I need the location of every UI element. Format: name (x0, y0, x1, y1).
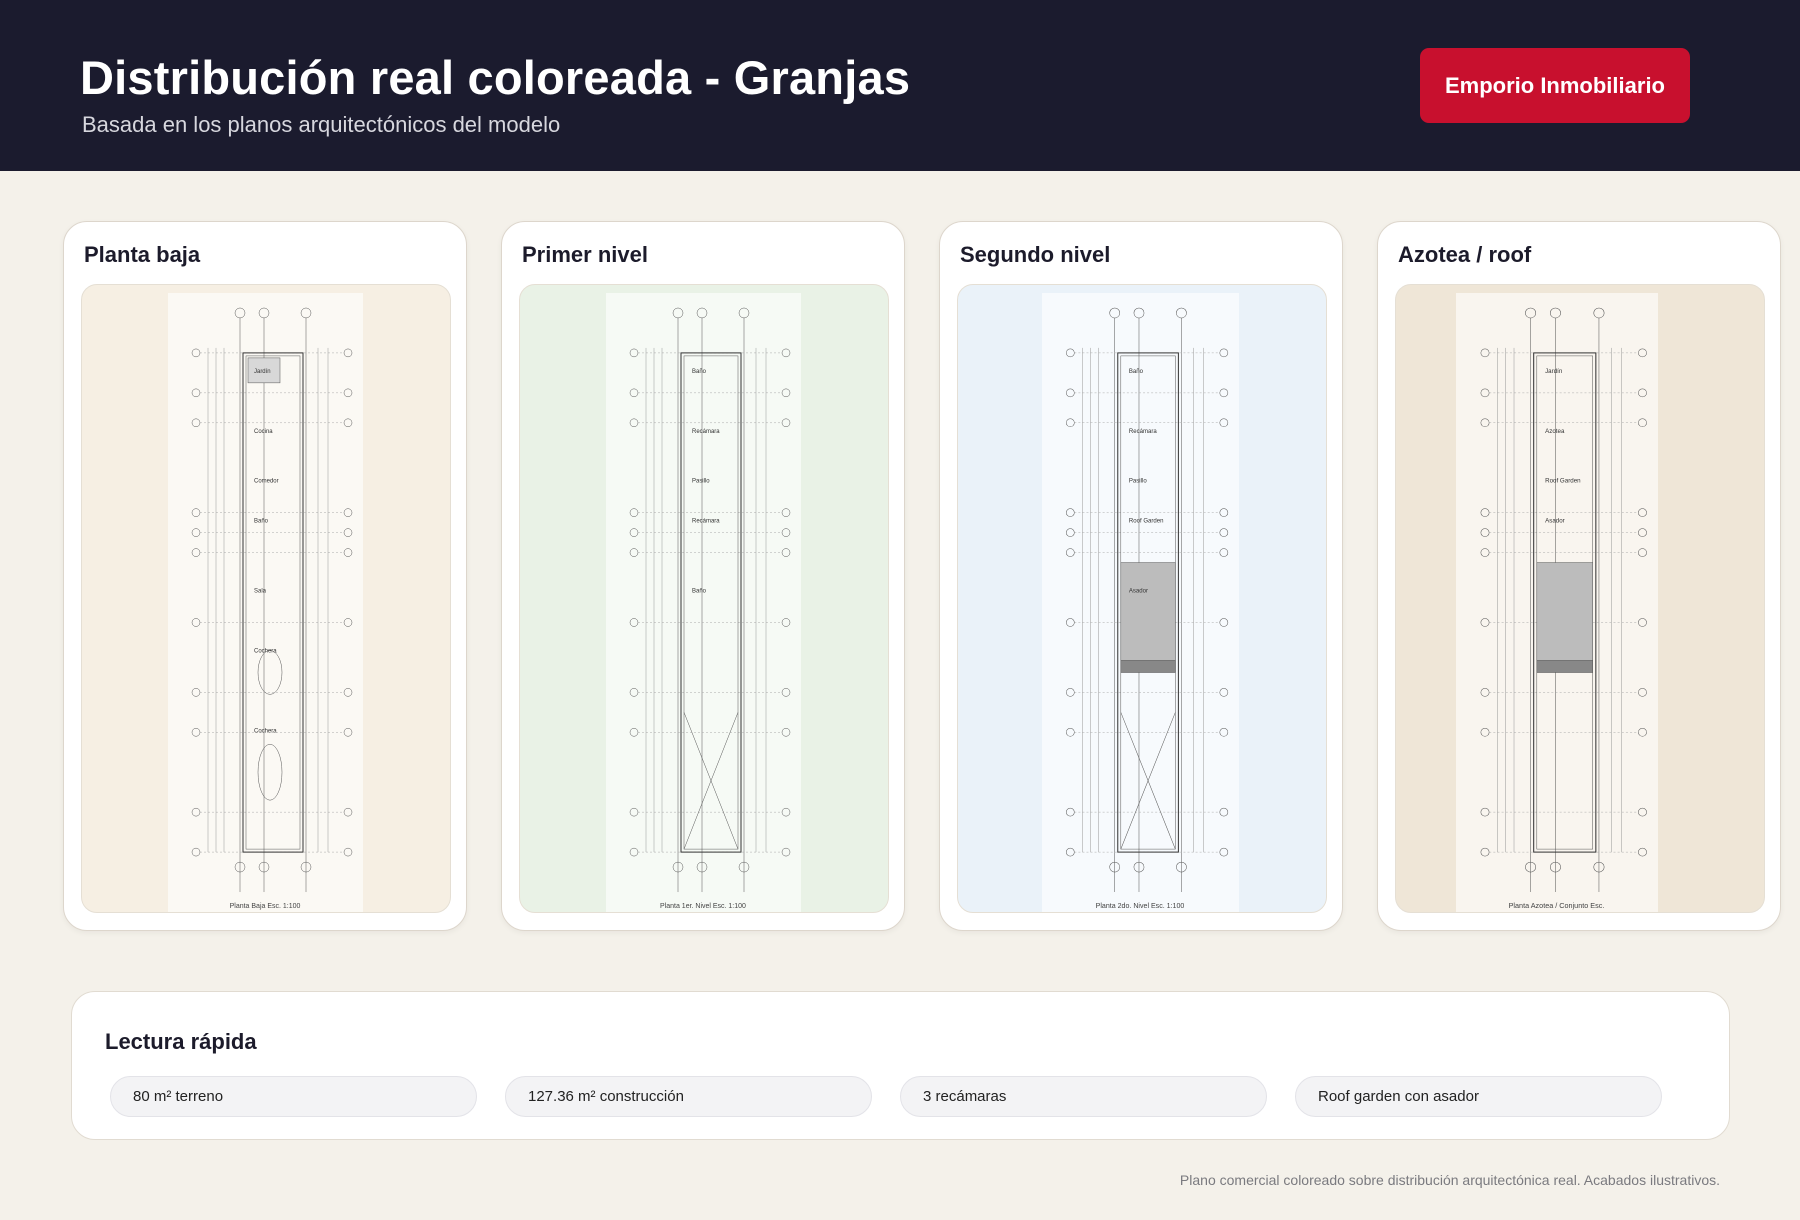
summary-chip-terreno: 80 m² terreno (110, 1076, 477, 1117)
floor-plan-image: Jardín Cocina Comedor Baño Sala Cochera Cocher… (81, 284, 451, 913)
room-label: Asador (1129, 589, 1148, 595)
room-label: Asador (1545, 518, 1565, 525)
room-label: Baño (692, 589, 707, 595)
room-label: Baño (254, 519, 269, 525)
room-label: Pasillo (692, 479, 710, 485)
floor-plan-drawing: Baño Recámara Pasillo Recámara Baño Planta 1e… (629, 307, 791, 910)
plan-caption: Planta Azotea / Conjunto Esc. (1509, 902, 1605, 910)
floor-card-azotea: Azotea / roof Jardín Azotea Roof Garden Asa… (1377, 221, 1781, 931)
room-label: Recámara (692, 519, 720, 525)
floor-card-primer-nivel: Primer nivel Baño Recámara Pasillo Recámara… (501, 221, 905, 931)
plan-caption: Planta 1er. Nivel Esc. 1:100 (660, 903, 746, 910)
plan-sheet: Baño Recámara Pasillo Roof Garden Asador Plan… (1042, 293, 1239, 912)
floor-title: Segundo nivel (960, 242, 1111, 267)
floor-plan-drawing: Jardín Cocina Comedor Baño Sala Cochera Cocher… (191, 307, 353, 910)
room-label: Cochera (254, 728, 277, 734)
page-title: Distribución real coloreada - Granjas (80, 51, 911, 104)
header-bar: Distribución real coloreada - Granjas Ba… (0, 0, 1800, 171)
plan-sheet: Baño Recámara Pasillo Recámara Baño Planta 1e… (606, 293, 801, 912)
floor-card-segundo-nivel: Segundo nivel Baño Recámara Pasillo Roof Ga… (939, 221, 1343, 931)
room-label: Baño (1129, 369, 1144, 375)
room-label: Recámara (1129, 429, 1158, 435)
floor-plan-image: Baño Recámara Pasillo Roof Garden Asador Plan… (957, 284, 1327, 913)
floor-title: Primer nivel (522, 242, 648, 267)
floor-plan-image: Baño Recámara Pasillo Recámara Baño Planta 1e… (519, 284, 889, 913)
footnote: Plano comercial coloreado sobre distribu… (1179, 1172, 1720, 1188)
floor-title: Azotea / roof (1398, 242, 1532, 267)
room-label: Baño (692, 369, 707, 375)
summary-chip-recamaras: 3 recámaras (900, 1076, 1267, 1117)
room-label: Comedor (254, 479, 279, 485)
room-label: Roof Garden (1545, 478, 1581, 485)
floor-plan-image: Jardín Azotea Roof Garden Asador Planta Azot… (1395, 284, 1765, 913)
brand-button[interactable]: Emporio Inmobiliario (1420, 48, 1690, 123)
plan-caption: Planta Baja Esc. 1:100 (230, 903, 301, 910)
room-label: Roof Garden (1129, 519, 1164, 525)
room-label: Cocina (254, 429, 273, 435)
plan-sheet: Jardín Cocina Comedor Baño Sala Cochera Cocher… (168, 293, 363, 912)
summary-title: Lectura rápida (105, 1029, 257, 1054)
quick-summary-panel: Lectura rápida 80 m² terreno 127.36 m² c… (71, 991, 1730, 1140)
room-label: Sala (254, 589, 267, 595)
room-label: Cochera (254, 648, 277, 654)
floor-plan-drawing: Baño Recámara Pasillo Roof Garden Asador Plan… (1065, 307, 1229, 910)
room-label: Pasillo (1129, 479, 1147, 485)
room-label: Jardín (1545, 368, 1562, 375)
plan-sheet: Jardín Azotea Roof Garden Asador Planta Azot… (1456, 293, 1658, 912)
summary-chip-construccion: 127.36 m² construcción (505, 1076, 872, 1117)
floor-card-planta-baja: Planta baja Jardín Cocina Comedor Baño Sala C… (63, 221, 467, 931)
floor-plan-drawing: Jardín Azotea Roof Garden Asador Planta Azot… (1480, 307, 1647, 910)
room-label: Jardín (254, 369, 271, 375)
room-label: Azotea (1545, 428, 1565, 435)
page-subtitle: Basada en los planos arquitectónicos del… (82, 112, 561, 137)
summary-chip-roof-garden: Roof garden con asador (1295, 1076, 1662, 1117)
room-label: Recámara (692, 429, 720, 435)
floor-title: Planta baja (84, 242, 201, 267)
plan-caption: Planta 2do. Nivel Esc. 1:100 (1096, 903, 1185, 910)
